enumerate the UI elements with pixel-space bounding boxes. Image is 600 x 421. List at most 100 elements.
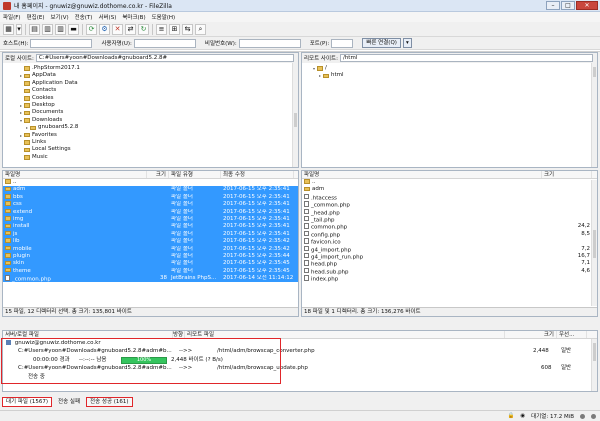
filter-icon[interactable]: ≡ (156, 23, 167, 35)
disconnect-icon[interactable]: ⇄ (125, 23, 136, 35)
close-button[interactable]: ✕ (576, 1, 598, 10)
host-input[interactable] (30, 38, 93, 48)
menu-transfer[interactable]: 전송(T) (75, 13, 93, 21)
local-tree-item[interactable]: Links (3, 139, 298, 146)
local-tree-item[interactable]: Application Data (3, 80, 298, 87)
toggle-local-tree-icon[interactable]: ▥ (42, 23, 53, 35)
remote-file-row[interactable]: _tail.php (302, 215, 597, 223)
local-file-row[interactable]: install 파일 폴더 2017-06-15 오후 2:35:41 (3, 223, 298, 231)
menu-view[interactable]: 보기(V) (50, 13, 68, 21)
local-file-row[interactable]: plugin 파일 폴더 2017-06-15 오후 2:35:44 (3, 252, 298, 261)
toggle-log-icon[interactable]: ▤ (29, 23, 40, 35)
remote-list-scrollbar[interactable] (591, 180, 597, 306)
process-queue-icon[interactable]: ⚙ (99, 23, 110, 35)
remote-tree-item[interactable]: ▸ html (302, 72, 597, 79)
expander-icon[interactable]: ▾ (19, 117, 23, 124)
col-remote-size[interactable]: 크기 (542, 171, 592, 178)
local-tree-item[interactable]: ▸ Favorites (3, 132, 298, 139)
local-file-row[interactable]: skin 파일 폴더 2017-06-15 오후 2:35:45 (3, 260, 298, 268)
remote-tree-scrollbar[interactable] (591, 63, 597, 167)
local-file-row[interactable]: _common.php 38 JetBrains PhpS... 2017-06-14… (3, 275, 298, 283)
remote-file-row[interactable]: config.php 8,5 (302, 230, 597, 238)
menu-server[interactable]: 서버(S) (98, 13, 116, 21)
cancel-icon[interactable]: ✕ (112, 23, 123, 35)
username-input[interactable] (133, 38, 196, 48)
remote-file-row[interactable]: adm (302, 186, 597, 193)
local-tree-item[interactable]: ▸ AppData (3, 72, 298, 79)
col-remote-file[interactable]: 리모트 파일 (185, 331, 505, 338)
menu-file[interactable]: 파일(F) (3, 13, 21, 21)
col-filename[interactable]: 파일명 (3, 171, 147, 178)
quickconnect-dropdown[interactable]: ▾ (402, 38, 412, 48)
remote-file-row[interactable]: favicon.ico (302, 238, 597, 246)
local-file-row[interactable]: css 파일 폴더 2017-06-15 오후 2:35:41 (3, 201, 298, 209)
refresh-icon[interactable]: ⟳ (86, 23, 97, 35)
local-path-input[interactable]: C:#Users#yoon#Downloads#gnuboard5.2.8# (35, 54, 294, 62)
local-file-row[interactable]: img 파일 폴더 2017-06-15 오후 2:35:41 (3, 215, 298, 224)
menu-help[interactable]: 도움말(H) (152, 13, 176, 21)
remote-file-row[interactable]: _common.php (302, 201, 597, 209)
local-tree-item[interactable]: .PhpStorm2017.1 (3, 65, 298, 72)
local-file-row[interactable]: extend 파일 폴더 2017-06-15 오후 2:35:41 (3, 208, 298, 216)
site-manager-icon[interactable]: ▦ (3, 23, 14, 35)
local-file-row[interactable]: mobile 파일 폴더 2017-06-15 오후 2:35:42 (3, 245, 298, 253)
col-server-local[interactable]: 서버/로컬 파일 (3, 331, 173, 338)
local-tree-item[interactable]: ▸ gnuboard5.2.8 (3, 124, 298, 131)
local-file-row[interactable]: adm 파일 폴더 2017-06-15 오후 2:35:41 (3, 186, 298, 194)
remote-file-row[interactable]: head.php 7,1 (302, 260, 597, 268)
toggle-remote-tree-icon[interactable]: ▥ (55, 23, 66, 35)
port-input[interactable] (331, 38, 354, 48)
col-priority[interactable]: 우선... (557, 331, 587, 338)
local-tree-item[interactable]: Music (3, 154, 298, 161)
col-direction[interactable]: 방향 (173, 331, 185, 338)
local-file-row[interactable]: .. (3, 179, 298, 186)
remote-file-row[interactable]: g4_import.php 7,2 (302, 245, 597, 253)
local-tree-item[interactable]: Local Settings (3, 146, 298, 153)
local-tree-item[interactable]: ▸ Documents (3, 109, 298, 116)
local-tree-item[interactable]: ▸ Desktop (3, 102, 298, 109)
minimize-button[interactable]: – (546, 1, 560, 10)
remote-file-row[interactable]: .. (302, 179, 597, 186)
queue-scrollbar[interactable] (591, 339, 597, 391)
expander-icon[interactable]: ▸ (19, 102, 23, 109)
local-file-row[interactable]: bbs 파일 폴더 2017-06-15 오후 2:35:41 (3, 193, 298, 202)
col-queue-size[interactable]: 크기 (505, 331, 557, 338)
tab-queued-files[interactable]: 대기 파일 (1567) (2, 396, 53, 407)
toggle-queue-icon[interactable]: ▬ (68, 23, 79, 35)
expander-icon[interactable]: ▾ (312, 65, 316, 72)
remote-file-row[interactable]: index.php (302, 275, 597, 282)
local-tree-item[interactable]: Contacts (3, 87, 298, 94)
col-remote-filename[interactable]: 파일명 (302, 171, 542, 178)
compare-icon[interactable]: ⊞ (169, 23, 180, 35)
col-filetype[interactable]: 파일 유형 (169, 171, 221, 178)
maximize-button[interactable]: □ (561, 1, 575, 10)
remote-file-row[interactable]: .htaccess (302, 193, 597, 201)
local-tree-scrollbar[interactable] (292, 63, 298, 167)
expander-icon[interactable]: ▸ (19, 109, 23, 116)
remote-file-row[interactable]: g4_import_run.php 16,7 (302, 252, 597, 260)
menu-edit[interactable]: 편집(E) (27, 13, 45, 21)
col-modified[interactable]: 최종 수정 (221, 171, 294, 178)
sync-browse-icon[interactable]: ⇆ (182, 23, 193, 35)
search-icon[interactable]: ⌕ (195, 23, 206, 35)
expander-icon[interactable]: ▸ (19, 132, 23, 139)
remote-file-row[interactable]: common.php 24,2 (302, 223, 597, 231)
expander-icon[interactable]: ▸ (318, 72, 322, 79)
tab-successful-transfers[interactable]: 전송 성공 (161) (86, 396, 133, 407)
local-file-row[interactable]: js 파일 폴더 2017-06-15 오후 2:35:41 (3, 230, 298, 239)
col-size[interactable]: 크기 (147, 171, 169, 178)
local-tree-item[interactable]: Cookies (3, 95, 298, 102)
remote-path-input[interactable]: /html (339, 54, 593, 62)
remote-file-row[interactable]: head.sub.php 4,6 (302, 267, 597, 275)
expander-icon[interactable]: ▸ (19, 72, 23, 79)
menu-bookmarks[interactable]: 북마크(B) (122, 13, 145, 21)
remote-tree-item[interactable]: ▾ / (302, 65, 597, 72)
expander-icon[interactable]: ▸ (25, 124, 29, 131)
tab-failed-transfers[interactable]: 전송 실패 (54, 397, 84, 407)
reconnect-icon[interactable]: ↻ (138, 23, 149, 35)
local-tree-item[interactable]: ▾ Downloads (3, 117, 298, 124)
remote-file-row[interactable]: _head.php (302, 208, 597, 216)
dropdown-icon[interactable]: ▾ (16, 23, 22, 35)
quickconnect-button[interactable]: 빠른 연결(Q) (362, 38, 401, 48)
password-input[interactable] (238, 38, 301, 48)
